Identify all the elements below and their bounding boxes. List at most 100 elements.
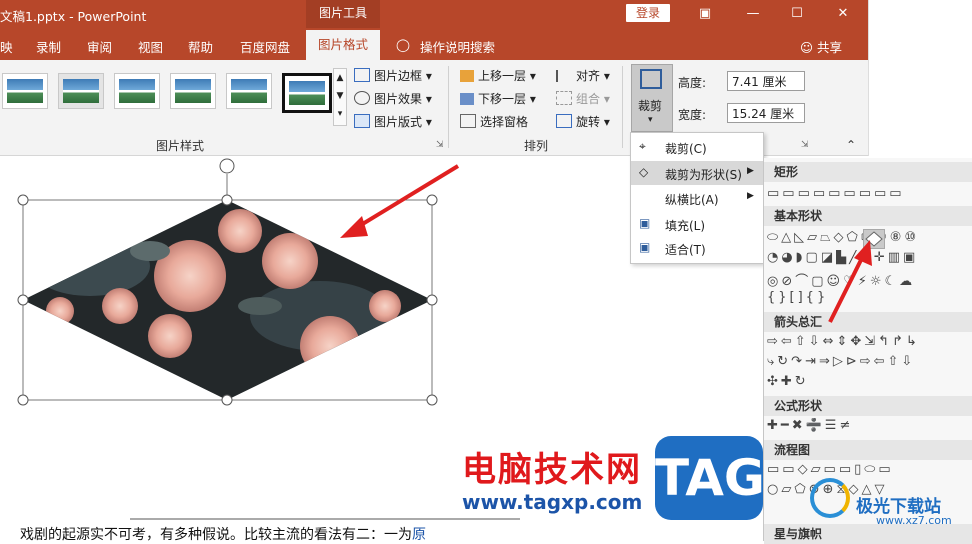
- tab-record[interactable]: 录制: [36, 37, 61, 56]
- background-window: [868, 0, 972, 156]
- arrow-shapes-row[interactable]: ⤷↻↷⇥⇒▷⊳⇨⇦⇧⇩: [767, 354, 972, 372]
- rotate-button[interactable]: 旋转 ▾: [556, 113, 610, 130]
- picture-style-thumb[interactable]: [114, 73, 160, 109]
- equation-shapes-row[interactable]: ✚━✖➗☰≠: [767, 418, 972, 436]
- picture-border-icon: [354, 68, 370, 82]
- menu-item-crop[interactable]: ⌖ 裁剪(C): [631, 135, 763, 159]
- menu-item-label: 裁剪为形状(S): [665, 168, 742, 182]
- crop-label: 裁剪: [638, 99, 663, 113]
- section-equation-shapes: 公式形状: [764, 396, 972, 416]
- resize-handle[interactable]: [17, 194, 29, 206]
- picture-border-button[interactable]: 图片边框 ▾: [354, 67, 432, 84]
- group-button[interactable]: 组合 ▾: [556, 90, 610, 107]
- watermark-text: 电脑技术网: [462, 450, 642, 490]
- minimize-icon[interactable]: —: [740, 3, 766, 25]
- resize-handle[interactable]: [426, 394, 438, 406]
- picture-style-thumb[interactable]: [226, 73, 272, 109]
- bring-forward-button[interactable]: 上移一层 ▾: [460, 67, 536, 84]
- annotation-arrow-2: [828, 240, 872, 323]
- collapse-ribbon-icon[interactable]: ⌃: [846, 138, 856, 152]
- rectangle-shapes-row[interactable]: ▭▭▭▭▭▭▭▭▭: [767, 186, 972, 204]
- picture-border-label: 图片边框: [374, 69, 423, 83]
- rose-picture[interactable]: [20, 196, 435, 406]
- menu-item-label: 填充(L): [665, 219, 706, 233]
- crop-menu: ⌖ 裁剪(C) ◇ 裁剪为形状(S) ▶ 纵横比(A) ▶ ▣ 填充(L) ▣ …: [630, 132, 764, 264]
- resize-handle[interactable]: [426, 194, 438, 206]
- lightbulb-icon: ◯: [396, 37, 410, 52]
- crop-icon: ⌖: [639, 139, 646, 153]
- menu-item-fill[interactable]: ▣ 填充(L): [631, 212, 763, 236]
- rotate-icon: [556, 114, 572, 128]
- picture-style-thumb[interactable]: [170, 73, 216, 109]
- send-backward-button[interactable]: 下移一层 ▾: [460, 90, 536, 107]
- selection-pane-button[interactable]: 选择窗格: [460, 113, 528, 130]
- resize-handle[interactable]: [221, 194, 233, 206]
- send-backward-icon: [460, 93, 474, 105]
- xz7-logo-icon: [810, 478, 850, 518]
- picture-layout-icon: [354, 114, 370, 128]
- menu-item-crop-to-shape[interactable]: ◇ 裁剪为形状(S) ▶: [631, 161, 763, 185]
- tab-view[interactable]: 视图: [138, 37, 163, 56]
- menu-item-label: 适合(T): [665, 243, 706, 257]
- arrow-shapes-row[interactable]: ✣✚↻: [767, 374, 972, 392]
- picture-layout-label: 图片版式: [374, 115, 423, 129]
- annotation-arrow: [354, 164, 460, 230]
- bring-forward-icon: [460, 70, 474, 82]
- tab-baidu-netdisk[interactable]: 百度网盘: [240, 37, 290, 56]
- share-button[interactable]: ☺ 共享: [800, 37, 842, 56]
- align-label: 对齐: [576, 69, 601, 83]
- bring-forward-label: 上移一层: [478, 69, 527, 83]
- tab-help[interactable]: 帮助: [188, 37, 213, 56]
- tab-review[interactable]: 审阅: [87, 37, 112, 56]
- xz7-url: www.xz7.com: [876, 514, 952, 527]
- send-backward-label: 下移一层: [478, 92, 527, 106]
- section-basic-shapes: 基本形状: [764, 206, 972, 226]
- align-button[interactable]: 对齐 ▾: [556, 67, 610, 84]
- height-input[interactable]: 7.41 厘米: [727, 71, 805, 91]
- annotation-arrowhead: [340, 216, 368, 238]
- shape-icon: ◇: [639, 165, 649, 179]
- tab-animation[interactable]: 映: [0, 37, 13, 56]
- rotate-handle[interactable]: [219, 158, 235, 174]
- fit-icon: ▣: [639, 240, 651, 254]
- selection-pane-icon: [460, 114, 476, 128]
- picture-style-thumb[interactable]: [282, 73, 332, 113]
- picture-style-thumb[interactable]: [58, 73, 104, 109]
- dialog-launcher-icon[interactable]: ⇲: [436, 140, 444, 150]
- close-icon[interactable]: ✕: [830, 3, 856, 25]
- rotate-label: 旋转: [576, 115, 601, 129]
- resize-handle[interactable]: [221, 394, 233, 406]
- picture-style-thumb[interactable]: [2, 73, 48, 109]
- menu-item-label: 裁剪(C): [665, 142, 707, 156]
- dialog-launcher-icon[interactable]: ⇲: [801, 140, 809, 150]
- maximize-icon[interactable]: ☐: [784, 3, 810, 25]
- width-input[interactable]: 15.24 厘米: [727, 103, 805, 123]
- share-label: 共享: [817, 40, 843, 55]
- resize-handle[interactable]: [17, 294, 29, 306]
- chevron-down-icon: ▾: [648, 115, 653, 125]
- picture-effects-button[interactable]: 图片效果 ▾: [354, 90, 432, 107]
- menu-item-fit[interactable]: ▣ 适合(T): [631, 236, 763, 260]
- gallery-scroll[interactable]: ▲ ▼ ▾: [333, 68, 347, 126]
- section-flowchart: 流程图: [764, 440, 972, 460]
- align-icon: [556, 70, 572, 82]
- login-button[interactable]: 登录: [626, 4, 670, 22]
- crop-button[interactable]: 裁剪 ▾: [631, 64, 673, 132]
- group-label: 组合: [576, 92, 601, 106]
- height-label: 高度:: [678, 76, 707, 90]
- arrow-shapes-row[interactable]: ⇨⇦⇧⇩⇔⇕✥⇲↰↱↳: [767, 334, 972, 352]
- picture-layout-button[interactable]: 图片版式 ▾: [354, 113, 432, 130]
- ribbon-display-options-icon[interactable]: ▣: [692, 3, 718, 25]
- fill-icon: ▣: [639, 216, 651, 230]
- tell-me-search[interactable]: 操作说明搜索: [420, 37, 495, 56]
- resize-handle[interactable]: [17, 394, 29, 406]
- crop-icon: [640, 69, 662, 89]
- menu-item-aspect-ratio[interactable]: 纵横比(A) ▶: [631, 186, 763, 210]
- chevron-right-icon: ▶: [747, 166, 754, 176]
- tab-picture-format[interactable]: 图片格式: [306, 30, 380, 60]
- resize-handle[interactable]: [426, 294, 438, 306]
- arrange-group-label: 排列: [524, 139, 549, 153]
- tag-logo: TAG: [655, 436, 765, 520]
- width-label: 宽度:: [678, 108, 707, 122]
- menu-item-label: 纵横比(A): [665, 193, 719, 207]
